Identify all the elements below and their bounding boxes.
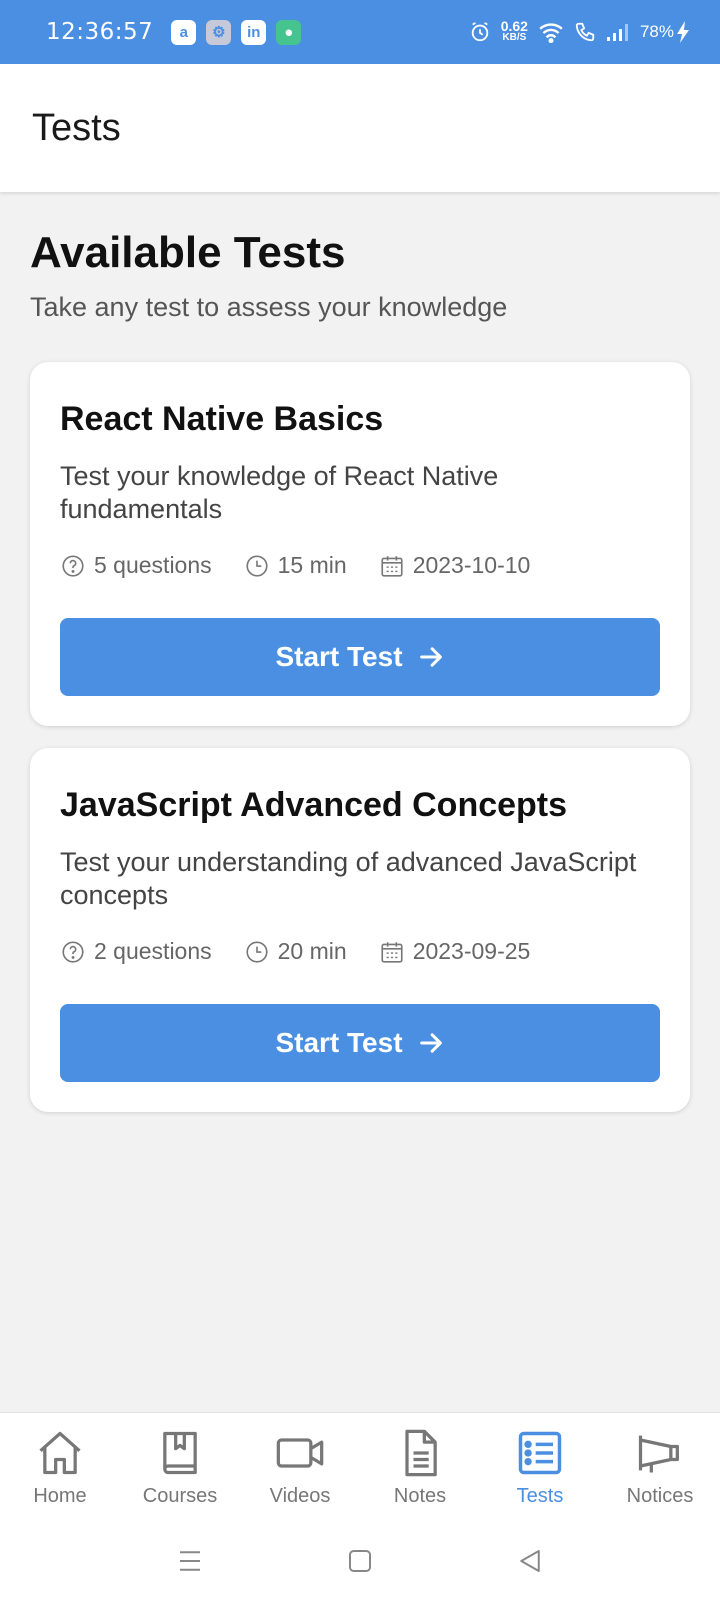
nav-item-home[interactable]: Home [5,1427,115,1508]
call-icon [575,22,595,42]
test-description: Test your knowledge of React Native fund… [60,461,499,524]
nav-label: Notices [626,1485,694,1507]
net-speed-unit: KB/S [502,32,527,43]
back-icon[interactable] [515,1546,545,1576]
nav-label: Courses [142,1485,218,1507]
help-circle-icon [62,554,84,577]
menu-icon[interactable] [175,1546,205,1576]
nav-item-tests[interactable]: Tests [485,1427,595,1508]
bottom-navigation: Home Courses Videos Notes Tests Notices [0,1412,720,1522]
clock-icon [246,554,268,577]
question-count: 2 questions [60,938,212,965]
test-title: React Native Basics [60,400,384,438]
battery-indicator: 78% [640,21,690,43]
status-indicators: 0.62 KB/S 78% [469,18,690,44]
status-time: 12:36:57 [46,19,154,45]
calendar-icon [381,555,403,577]
arrow-right-icon [419,647,442,667]
settings-app-icon: ⚙ [206,19,232,45]
calendar-icon [381,941,403,963]
page-subtitle: Take any test to assess your knowledge [30,292,508,322]
question-count-label: 5 questions [94,552,212,578]
app-header: Tests [0,64,720,192]
date-label: 2023-09-25 [412,938,531,964]
battery-level: 78% [639,22,674,41]
duration-label: 20 min [277,938,347,964]
test-date: 2023-09-25 [379,938,531,965]
duration-label: 15 min [277,552,347,578]
start-test-button[interactable]: Start Test [60,1004,660,1082]
question-count: 5 questions [60,552,212,579]
test-title: JavaScript Advanced Concepts [60,786,568,824]
date-label: 2023-10-10 [412,552,531,578]
test-duration: 20 min [244,938,347,965]
nav-item-notices[interactable]: Notices [605,1427,715,1508]
nav-item-courses[interactable]: Courses [125,1427,235,1508]
start-test-label: Start Test [275,641,403,672]
question-count-label: 2 questions [94,938,212,964]
home-button-icon[interactable] [345,1546,375,1576]
arrow-right-icon [419,1033,442,1053]
home-icon [39,1431,81,1475]
nav-label: Videos [269,1485,331,1507]
page-title: Available Tests [30,228,346,277]
test-meta: 2 questions 20 min 2023-09-25 [60,938,562,965]
nav-label: Home [33,1485,87,1507]
start-test-button[interactable]: Start Test [60,618,660,696]
charging-icon [677,21,689,43]
nav-item-videos[interactable]: Videos [245,1427,355,1508]
video-icon [276,1438,324,1468]
wifi-icon [539,23,563,43]
header-title: Tests [32,106,121,149]
book-icon [163,1431,197,1475]
nav-item-notes[interactable]: Notes [365,1427,475,1508]
signal-icon [606,24,628,41]
list-icon [518,1431,562,1475]
notification-icons: a ⚙ in ● [171,19,302,45]
help-circle-icon [62,940,84,963]
document-icon [405,1429,437,1477]
network-speed: 0.62 KB/S [500,18,528,44]
system-navigation [0,1522,720,1600]
test-meta: 5 questions 15 min 2023-10-10 [60,552,562,579]
test-card: React Native Basics Test your knowledge … [30,362,690,726]
nav-label: Tests [516,1485,564,1507]
clock-icon [246,940,268,963]
test-date: 2023-10-10 [379,552,531,579]
test-description: Test your understanding of advanced Java… [60,847,637,910]
net-speed-value: 0.62 [500,18,528,34]
linkedin-app-icon: in [241,19,267,45]
test-card: JavaScript Advanced Concepts Test your u… [30,748,690,1112]
alarm-icon [471,22,488,42]
test-duration: 15 min [244,552,347,579]
start-test-label: Start Test [275,1027,403,1058]
megaphone-icon [638,1435,679,1473]
status-bar: 12:36:57 a ⚙ in ● 0.62 KB/S 78% [0,0,720,64]
amazon-app-icon: a [171,19,197,45]
chat-app-icon: ● [276,19,302,45]
nav-label: Notes [393,1485,447,1507]
